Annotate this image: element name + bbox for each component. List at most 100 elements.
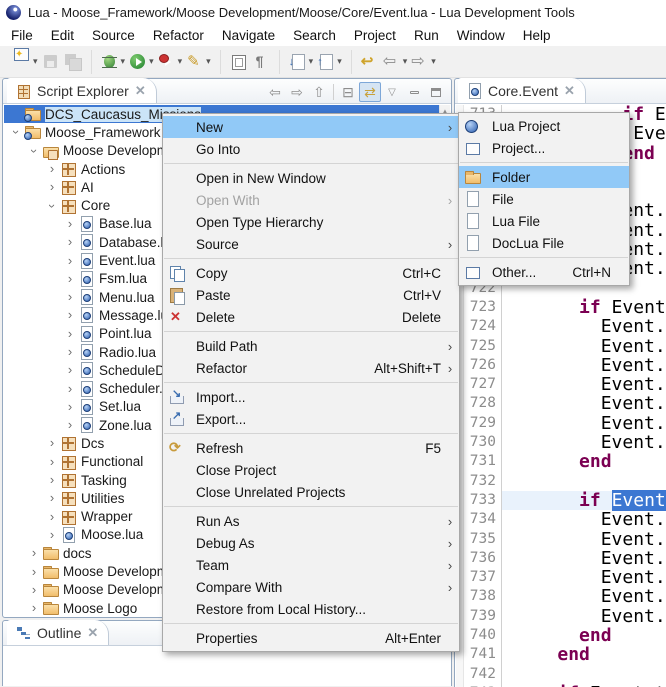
chevron-collapsed-icon[interactable]: › [62, 384, 78, 394]
menu-item-import[interactable]: Import... [163, 386, 459, 408]
menu-item-doclua-file[interactable]: DocLua File [459, 232, 629, 254]
close-icon[interactable]: ✕ [135, 83, 146, 99]
code-line[interactable] [502, 472, 666, 491]
code-line[interactable]: end [502, 626, 666, 645]
chevron-collapsed-icon[interactable]: › [62, 219, 78, 229]
menubar-item-help[interactable]: Help [514, 26, 560, 45]
menu-item-lua-file[interactable]: Lua File [459, 210, 629, 232]
menu-item-new[interactable]: New› [163, 116, 459, 138]
chevron-collapsed-icon[interactable]: › [62, 274, 78, 284]
mark-occurrences-button[interactable] [230, 50, 248, 74]
tab-outline[interactable]: Outline ✕ [7, 620, 109, 645]
chevron-expanded-icon[interactable]: › [29, 143, 39, 159]
menubar-item-run[interactable]: Run [405, 26, 448, 45]
menu-item-close-unrelated-projects[interactable]: Close Unrelated Projects [163, 481, 459, 503]
menu-item-team[interactable]: Team› [163, 554, 459, 576]
chevron-collapsed-icon[interactable]: › [26, 567, 42, 577]
maximize-icon[interactable] [425, 82, 447, 102]
code-line[interactable]: Event.IniUnitName = Event.IniDCSUnitName [502, 549, 666, 568]
code-line[interactable]: Event.IniUnitName = Event.IniDCSUnitName [502, 356, 666, 375]
close-icon[interactable]: ✕ [564, 83, 575, 99]
code-line[interactable]: end [502, 452, 666, 471]
up-icon[interactable]: ⇧ [308, 82, 330, 102]
code-line[interactable]: Event.IniTypeName = Event.IniDCSUnit:get… [502, 433, 666, 452]
run-button[interactable]: ▾ [129, 50, 154, 74]
chevron-collapsed-icon[interactable]: › [26, 548, 42, 558]
menubar-item-project[interactable]: Project [345, 26, 405, 45]
menu-item-compare-with[interactable]: Compare With› [163, 576, 459, 598]
minimize-icon[interactable] [403, 82, 425, 102]
chevron-collapsed-icon[interactable]: › [44, 475, 60, 485]
chevron-collapsed-icon[interactable]: › [44, 182, 60, 192]
menu-item-open-type-hierarchy[interactable]: Open Type Hierarchy [163, 211, 459, 233]
chevron-collapsed-icon[interactable]: › [62, 365, 78, 375]
chevron-collapsed-icon[interactable]: › [44, 493, 60, 503]
menu-item-restore-from-local-history[interactable]: Restore from Local History... [163, 598, 459, 620]
menubar-item-navigate[interactable]: Navigate [213, 26, 284, 45]
menu-item-source[interactable]: Source› [163, 233, 459, 255]
dropdown-arrow-icon[interactable]: ▾ [121, 56, 126, 67]
dropdown-arrow-icon[interactable]: ▾ [431, 56, 436, 67]
menu-item-debug-as[interactable]: Debug As› [163, 532, 459, 554]
code-line[interactable] [502, 665, 666, 684]
code-line[interactable]: if Event.IniObjectCategory == Object.Cat… [502, 298, 666, 317]
forward-icon[interactable]: ⇨ [286, 82, 308, 102]
menu-item-export[interactable]: Export... [163, 408, 459, 430]
chevron-collapsed-icon[interactable]: › [62, 329, 78, 339]
debug-button[interactable]: ▾ [101, 50, 126, 74]
link-with-editor-icon[interactable]: ⇄ [359, 82, 381, 102]
dropdown-arrow-icon[interactable]: ▾ [337, 56, 342, 67]
next-annotation-button[interactable]: ▾ [289, 50, 314, 74]
dropdown-arrow-icon[interactable]: ▾ [149, 56, 154, 67]
chevron-collapsed-icon[interactable]: › [62, 347, 78, 357]
code-line[interactable]: Event.IniCategory = Event.IniDCSUnit:get… [502, 587, 666, 606]
run-coverage-button[interactable]: ▾ [158, 50, 183, 74]
code-line[interactable]: Event.IniUnit = UNIT:FindByName( Event.I… [502, 375, 666, 394]
chevron-collapsed-icon[interactable]: › [44, 530, 60, 540]
menu-item-file[interactable]: File [459, 188, 629, 210]
menu-item-copy[interactable]: CopyCtrl+C [163, 262, 459, 284]
chevron-collapsed-icon[interactable]: › [62, 292, 78, 302]
chevron-expanded-icon[interactable]: › [47, 198, 57, 214]
chevron-expanded-icon[interactable]: › [11, 124, 21, 140]
menu-item-project[interactable]: Project... [459, 137, 629, 159]
chevron-collapsed-icon[interactable]: › [44, 438, 60, 448]
chevron-collapsed-icon[interactable]: › [26, 585, 42, 595]
tab-script-explorer[interactable]: Script Explorer ✕ [7, 78, 157, 103]
code-line[interactable]: Event.IniCategory = Event.IniDCSUnit:get… [502, 414, 666, 433]
code-line[interactable]: Event.IniTypeName = Event.IniDCSUnit:get… [502, 607, 666, 626]
menubar-item-edit[interactable]: Edit [42, 26, 83, 45]
code-line[interactable]: if Event.IniObjectCategory == Object.Cat… [502, 491, 666, 510]
code-line[interactable]: Event.IniUnit = STATIC:FindByName( Event… [502, 568, 666, 587]
dropdown-arrow-icon[interactable]: ▾ [33, 56, 38, 67]
code-line[interactable]: Event.IniDCSUnitName = Event.IniDCSUnit:… [502, 530, 666, 549]
menubar-item-source[interactable]: Source [83, 26, 144, 45]
show-whitespace-button[interactable] [252, 50, 270, 74]
collapse-all-icon[interactable]: ⊟ [337, 82, 359, 102]
last-edit-location-button[interactable] [361, 50, 379, 74]
menu-item-run-as[interactable]: Run As› [163, 510, 459, 532]
menu-item-paste[interactable]: PasteCtrl+V [163, 284, 459, 306]
chevron-collapsed-icon[interactable]: › [62, 402, 78, 412]
menu-item-folder[interactable]: Folder [459, 166, 629, 188]
previous-annotation-button[interactable]: ▾ [317, 50, 342, 74]
menu-item-close-project[interactable]: Close Project [163, 459, 459, 481]
chevron-collapsed-icon[interactable]: › [62, 237, 78, 247]
dropdown-arrow-icon[interactable]: ▾ [206, 56, 211, 67]
dropdown-arrow-icon[interactable]: ▾ [178, 56, 183, 67]
menu-item-lua-project[interactable]: Lua Project [459, 115, 629, 137]
menu-item-other[interactable]: Other...Ctrl+N [459, 261, 629, 283]
tab-core-event[interactable]: Core.Event ✕ [458, 78, 586, 103]
back-button[interactable]: ▾ [383, 50, 408, 74]
chevron-collapsed-icon[interactable]: › [26, 603, 42, 613]
new-wizard-button[interactable]: ▾ [13, 50, 38, 74]
menubar-item-file[interactable]: File [2, 26, 42, 45]
back-icon[interactable]: ⇦ [264, 82, 286, 102]
code-line[interactable]: Event.IniDCSUnit = Event.initiator [502, 510, 666, 529]
menubar-item-window[interactable]: Window [448, 26, 514, 45]
menu-item-open-in-new-window[interactable]: Open in New Window [163, 167, 459, 189]
chevron-collapsed-icon[interactable]: › [44, 457, 60, 467]
menubar-item-search[interactable]: Search [284, 26, 345, 45]
menu-item-refresh[interactable]: RefreshF5 [163, 437, 459, 459]
menu-item-delete[interactable]: DeleteDelete [163, 306, 459, 328]
